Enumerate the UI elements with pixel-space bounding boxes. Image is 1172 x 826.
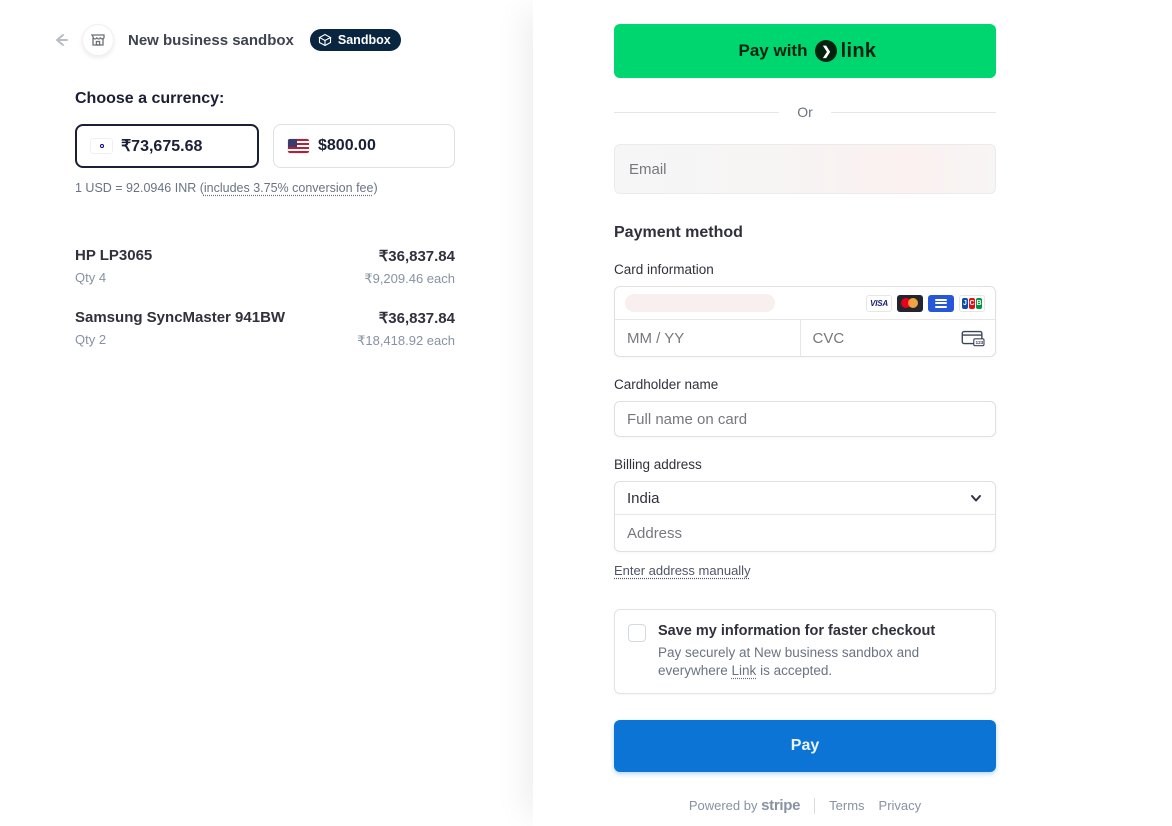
merchant-header: New business sandbox Sandbox (0, 0, 533, 56)
order-summary-pane: New business sandbox Sandbox Choose a cu… (0, 0, 533, 826)
save-info-checkbox[interactable] (628, 624, 646, 642)
item-qty: Qty 2 (75, 332, 285, 347)
or-divider: Or (614, 104, 996, 120)
visa-icon: VISA (866, 295, 892, 312)
back-button[interactable] (50, 29, 72, 51)
mastercard-icon (897, 295, 923, 312)
item-total: ₹36,837.84 (364, 247, 455, 265)
conversion-fee-link[interactable]: includes 3.75% conversion fee (204, 181, 374, 195)
billing-address-group: India (614, 481, 996, 552)
link-terms-link[interactable]: Link (732, 663, 757, 678)
jcb-icon: JCB (959, 295, 985, 312)
pay-with-link-label: Pay with (739, 41, 808, 61)
pay-button[interactable]: Pay (614, 720, 996, 772)
us-flag-icon (288, 139, 309, 153)
india-flag-icon (91, 139, 112, 153)
save-info-title: Save my information for faster checkout (658, 623, 979, 639)
merchant-avatar (82, 24, 114, 56)
card-information-group: VISA JCB (614, 286, 996, 357)
item-qty: Qty 4 (75, 270, 152, 285)
currency-heading: Choose a currency: (75, 90, 455, 108)
enter-address-manually-link[interactable]: Enter address manually (614, 563, 751, 578)
powered-by-text: Powered by (689, 798, 758, 813)
item-name: HP LP3065 (75, 247, 152, 264)
card-number-input[interactable]: VISA JCB (615, 287, 995, 320)
sandbox-badge: Sandbox (310, 29, 401, 51)
pay-with-link-button[interactable]: Pay with ❯ link (614, 24, 996, 78)
chevron-down-icon (969, 491, 983, 505)
privacy-link[interactable]: Privacy (879, 798, 922, 813)
link-arrow-icon: ❯ (815, 40, 837, 62)
cardholder-name-input[interactable] (614, 401, 996, 437)
exchange-rate-close: ) (373, 181, 377, 195)
email-input[interactable] (614, 144, 996, 194)
save-desc-after: is accepted. (756, 663, 832, 678)
currency-option-usd[interactable]: $800.00 (273, 124, 455, 168)
arrow-left-icon (52, 31, 70, 49)
item-name: Samsung SyncMaster 941BW (75, 309, 285, 326)
item-unit-price: ₹9,209.46 each (364, 271, 455, 287)
currency-amount-usd: $800.00 (318, 137, 376, 155)
item-unit-price: ₹18,418.92 each (357, 333, 455, 349)
save-info-description: Pay securely at New business sandbox and… (658, 644, 979, 680)
divider-line (614, 112, 779, 113)
currency-option-inr[interactable]: ₹73,675.68 (75, 124, 259, 168)
link-brand-label: link (845, 43, 871, 60)
expiry-cell (615, 320, 801, 356)
checkout-footer: Powered by stripe Terms Privacy (614, 797, 996, 814)
card-information-label: Card information (614, 262, 996, 277)
address-input[interactable] (615, 525, 995, 542)
card-expiry-input[interactable] (615, 330, 800, 347)
save-info-box: Save my information for faster checkout … (614, 609, 996, 694)
sandbox-badge-label: Sandbox (338, 33, 391, 47)
country-value: India (627, 490, 660, 507)
country-select[interactable]: India (615, 482, 995, 515)
card-cvc-input[interactable] (801, 330, 962, 347)
business-name: New business sandbox (128, 32, 294, 49)
exchange-rate-text: 1 USD = 92.0946 INR ( (75, 181, 204, 195)
amex-icon (928, 295, 954, 312)
footer-separator (814, 798, 815, 814)
exchange-rate-line: 1 USD = 92.0946 INR (includes 3.75% conv… (75, 181, 455, 195)
terms-link[interactable]: Terms (829, 798, 864, 813)
billing-address-label: Billing address (614, 457, 996, 472)
item-left: Samsung SyncMaster 941BW Qty 2 (75, 309, 285, 349)
line-item: HP LP3065 Qty 4 ₹36,837.84 ₹9,209.46 eac… (75, 247, 455, 287)
item-total: ₹36,837.84 (357, 309, 455, 327)
address-row (615, 515, 995, 551)
card-sub-row: 123 (615, 320, 995, 356)
svg-text:123: 123 (976, 340, 984, 345)
stripe-logo: stripe (761, 797, 800, 814)
divider-line (831, 112, 996, 113)
checkout-page: New business sandbox Sandbox Choose a cu… (0, 0, 1172, 826)
storefront-icon (90, 32, 106, 48)
payment-pane: Pay with ❯ link Or Payment method Card i… (533, 0, 1172, 826)
item-right: ₹36,837.84 ₹9,209.46 each (364, 247, 455, 287)
payment-method-heading: Payment method (614, 224, 996, 242)
or-text: Or (797, 104, 813, 120)
payment-form: Pay with ❯ link Or Payment method Card i… (614, 24, 996, 814)
currency-amount-inr: ₹73,675.68 (121, 136, 202, 156)
line-item: Samsung SyncMaster 941BW Qty 2 ₹36,837.8… (75, 309, 455, 349)
card-brand-icons: VISA JCB (866, 295, 985, 312)
sandbox-cube-icon (318, 33, 332, 47)
left-content: Choose a currency: ₹73,675.68 $800.00 1 … (75, 90, 455, 349)
card-number-autofill-highlight (625, 294, 775, 312)
currency-options: ₹73,675.68 $800.00 (75, 124, 455, 168)
save-info-text: Save my information for faster checkout … (658, 623, 979, 680)
line-items: HP LP3065 Qty 4 ₹36,837.84 ₹9,209.46 eac… (75, 247, 455, 349)
item-right: ₹36,837.84 ₹18,418.92 each (357, 309, 455, 349)
powered-by: Powered by stripe (689, 797, 800, 814)
cvc-card-icon: 123 (961, 328, 985, 348)
cvc-cell: 123 (801, 320, 996, 356)
item-left: HP LP3065 Qty 4 (75, 247, 152, 287)
cardholder-name-label: Cardholder name (614, 377, 996, 392)
